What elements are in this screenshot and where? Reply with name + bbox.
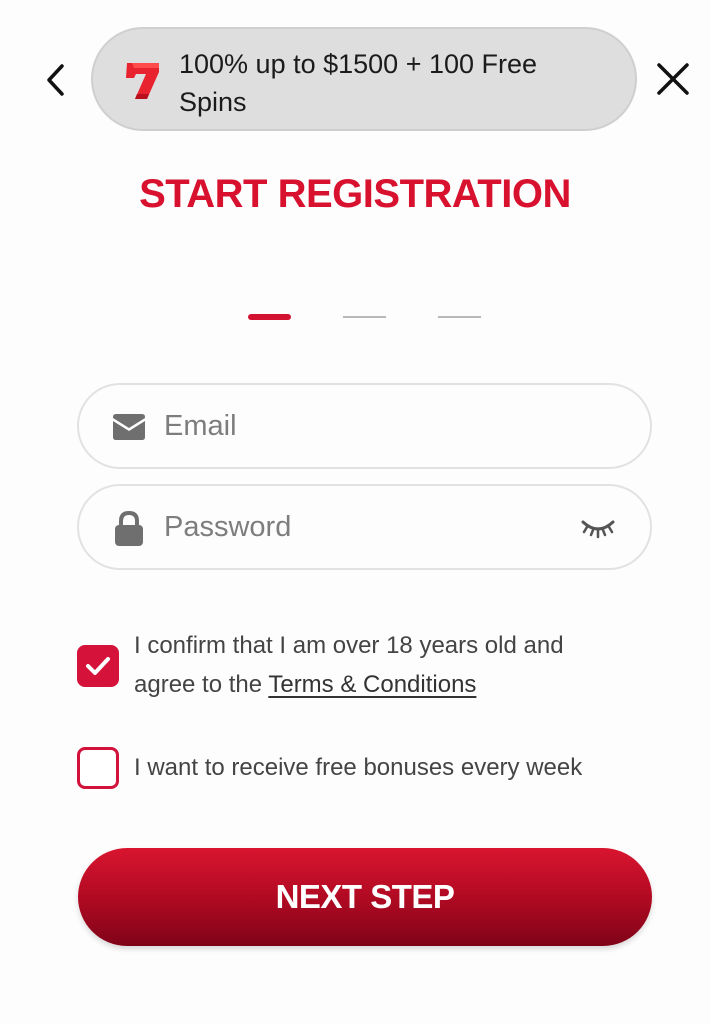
next-step-button[interactable]: NEXT STEP xyxy=(78,848,652,946)
email-input[interactable] xyxy=(164,403,564,449)
step-2-indicator xyxy=(343,316,386,318)
password-input[interactable] xyxy=(164,504,564,550)
step-indicator xyxy=(0,314,710,322)
age-confirm-label: I confirm that I am over 18 years old an… xyxy=(134,626,614,704)
back-button[interactable] xyxy=(34,58,78,102)
bonuses-label: I want to receive free bonuses every wee… xyxy=(134,754,583,781)
step-3-indicator xyxy=(438,316,481,318)
close-button[interactable] xyxy=(650,56,696,102)
step-1-indicator xyxy=(248,314,291,320)
email-field xyxy=(77,383,652,469)
page-title: START REGISTRATION xyxy=(139,172,571,216)
chevron-left-icon xyxy=(47,64,64,96)
lock-icon xyxy=(115,510,143,546)
terms-link[interactable]: Terms & Conditions xyxy=(268,671,476,698)
checkmark-icon xyxy=(86,657,110,675)
password-field xyxy=(77,484,652,570)
age-confirm-checkbox[interactable] xyxy=(77,645,119,687)
bonuses-checkbox[interactable] xyxy=(77,747,119,789)
close-icon xyxy=(657,63,689,95)
eye-closed-icon[interactable] xyxy=(580,516,616,540)
registration-screen: 100% up to $1500 + 100 Free Spins START … xyxy=(0,0,710,1024)
envelope-icon xyxy=(113,414,145,440)
promo-banner: 100% up to $1500 + 100 Free Spins xyxy=(91,27,637,131)
promo-text: 100% up to $1500 + 100 Free Spins xyxy=(179,49,538,117)
lucky-seven-icon xyxy=(126,63,159,99)
